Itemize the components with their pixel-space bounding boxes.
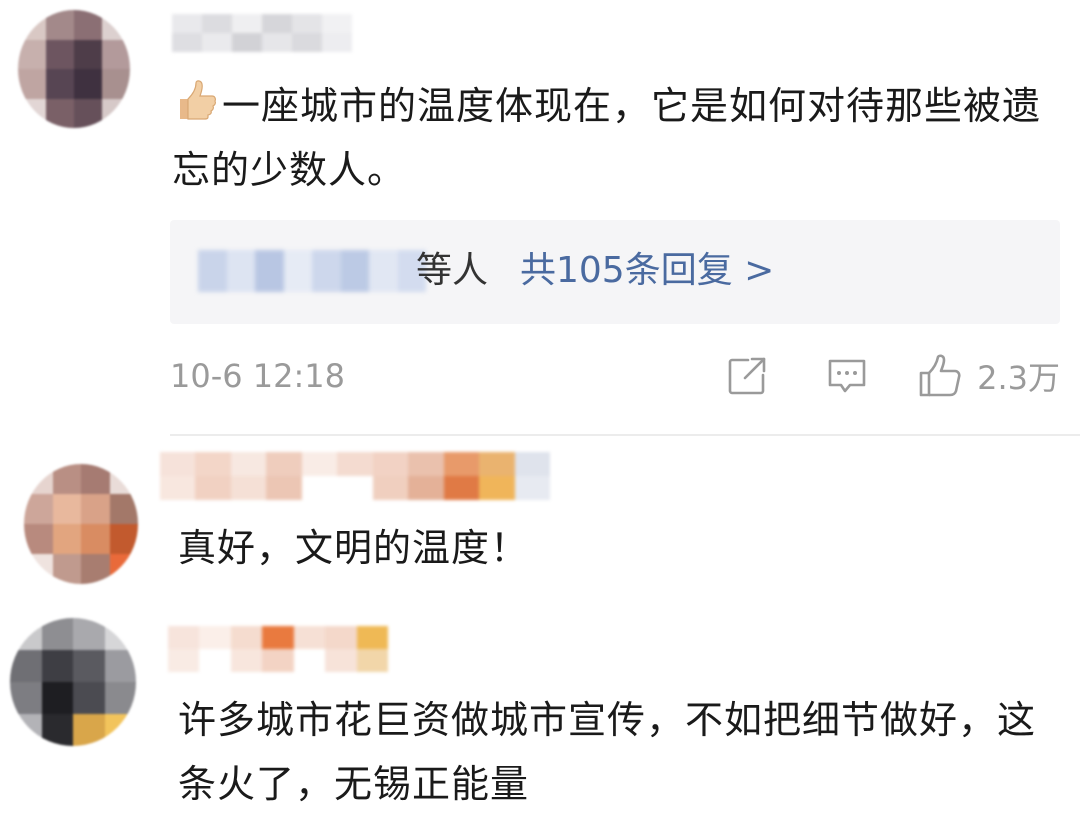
reply-summary[interactable]: 等人 共105条回复 > bbox=[170, 220, 1060, 324]
thumbs-up-emoji bbox=[172, 77, 220, 125]
comment-timestamp: 10-6 12:18 bbox=[170, 357, 346, 395]
reply-etc-label: 等人 bbox=[416, 250, 489, 291]
view-replies-link[interactable]: 共105条回复 > bbox=[520, 246, 774, 296]
comment-text: 许多城市花巨资做城市宣传，不如把细节做好，这条火了，无锡正能量 bbox=[178, 698, 1037, 806]
reply-usernames-blurred bbox=[198, 250, 426, 292]
username-blurred[interactable] bbox=[172, 14, 352, 52]
share-icon bbox=[728, 357, 766, 395]
avatar[interactable] bbox=[10, 618, 136, 746]
avatar[interactable] bbox=[24, 464, 138, 584]
divider bbox=[170, 434, 1080, 436]
comment-body: 一座城市的温度体现在，它是如何对待那些被遗忘的少数人。 bbox=[172, 84, 1042, 192]
comment-text: 真好，文明的温度！ bbox=[178, 526, 530, 570]
like-count: 2.3万 bbox=[977, 359, 1060, 397]
share-button[interactable] bbox=[717, 355, 777, 397]
comment-icon bbox=[828, 359, 866, 393]
comment-text: 一座城市的温度体现在，它是如何对待那些被遗忘的少数人。 bbox=[172, 74, 1062, 202]
avatar[interactable] bbox=[18, 10, 130, 128]
like-button[interactable]: 2.3万 bbox=[917, 353, 1060, 399]
username-blurred[interactable] bbox=[160, 452, 550, 500]
username-blurred[interactable] bbox=[168, 626, 388, 672]
comment-button[interactable] bbox=[817, 355, 877, 397]
comment-actions: 2.3万 bbox=[717, 350, 1060, 402]
thumbs-up-icon bbox=[919, 354, 961, 397]
